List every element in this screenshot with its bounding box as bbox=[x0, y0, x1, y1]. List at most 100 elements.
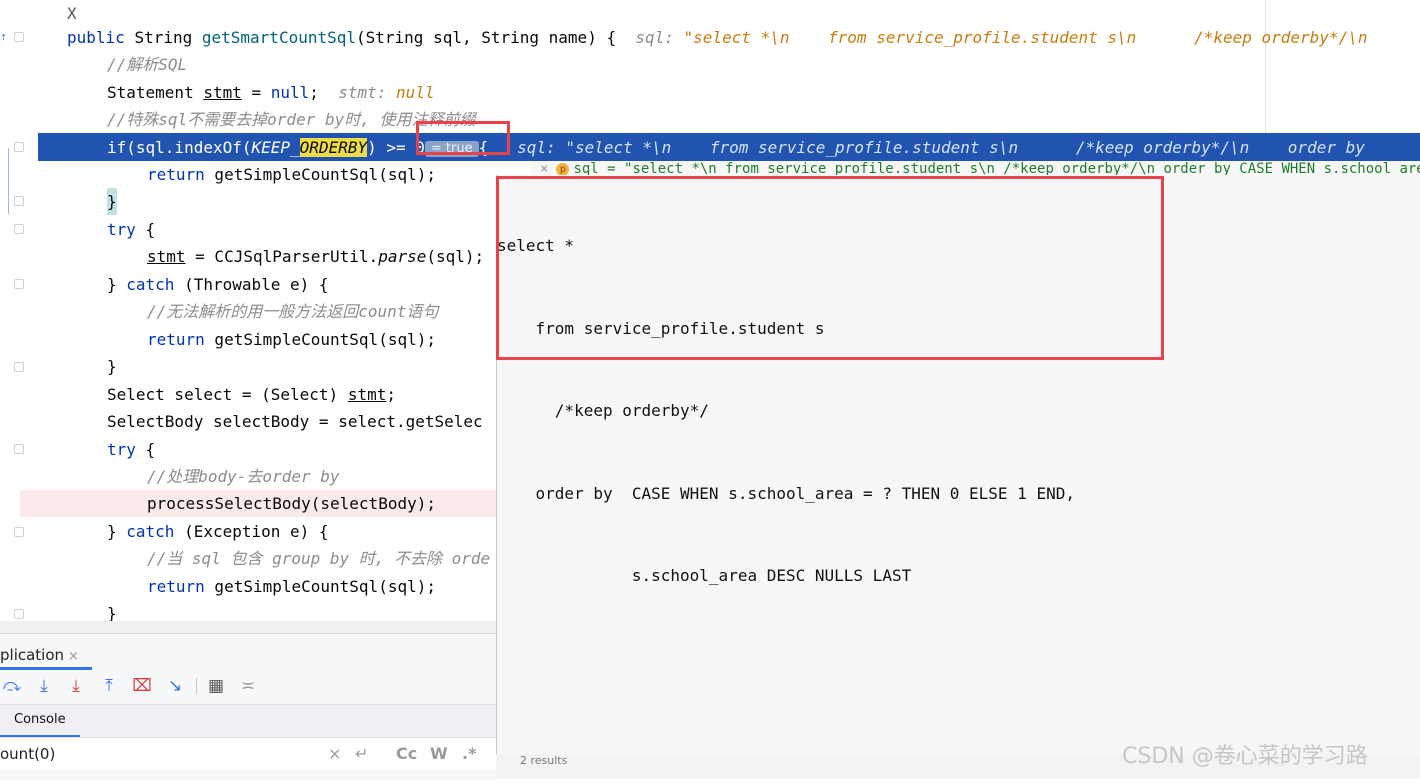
match-case-icon[interactable]: Cc bbox=[396, 744, 417, 763]
keyword: public bbox=[67, 28, 125, 47]
current-line-highlight: if(sql.indexOf(KEEP_ORDERBY) >= 0 = true{… bbox=[38, 133, 1420, 161]
horizontal-scrollbar[interactable] bbox=[0, 621, 496, 633]
debug-panel: plication × ⤼ ⤓ ⤓ ⤒ ⌧ ↘ ▦ ≍ Console ount(… bbox=[0, 633, 496, 780]
code: { bbox=[135, 440, 156, 459]
keyword: try bbox=[107, 440, 136, 459]
inline-value-hint: sql: "select *\n from service_profile.st… bbox=[517, 138, 1365, 157]
code: { bbox=[135, 220, 156, 239]
type-name: String bbox=[134, 28, 193, 47]
editor-gutter: ⇡ bbox=[0, 0, 38, 625]
method-name: parse bbox=[378, 247, 427, 266]
variable: stmt bbox=[147, 247, 186, 266]
keyword: catch bbox=[126, 522, 175, 541]
value-line: /*keep orderby*/ bbox=[497, 401, 709, 420]
code: (Throwable e) { bbox=[174, 275, 329, 294]
search-match: ORDERBY bbox=[299, 138, 368, 157]
code-line: try { bbox=[107, 216, 155, 243]
step-into-icon[interactable]: ⤓ bbox=[34, 676, 54, 696]
statement-decl-line: Statement stmt = null; stmt: null bbox=[107, 79, 435, 106]
comment-line: //处理body-去order by bbox=[147, 467, 340, 486]
parameter-icon: p bbox=[556, 162, 570, 176]
step-out-icon[interactable]: ⤒ bbox=[99, 676, 119, 696]
method-arrow-icon[interactable]: ⇡ bbox=[0, 30, 7, 43]
code-line: } catch (Exception e) { bbox=[107, 518, 329, 545]
punct: ; bbox=[309, 83, 319, 102]
method-signature-line: public String getSmartCountSql(String sq… bbox=[67, 24, 1367, 51]
annotation-box bbox=[496, 176, 1164, 360]
brace-line: } bbox=[107, 357, 117, 376]
fold-icon[interactable] bbox=[14, 444, 24, 454]
if-line: if(sql.indexOf(KEEP_ORDERBY) >= 0 = true{… bbox=[107, 134, 1365, 161]
brace-line: } bbox=[107, 188, 117, 215]
fold-icon[interactable] bbox=[14, 224, 24, 234]
inline-value: null bbox=[396, 83, 435, 102]
tab-label: plication bbox=[0, 646, 65, 664]
fold-icon[interactable] bbox=[14, 196, 24, 206]
tab-application[interactable]: plication × bbox=[0, 644, 79, 666]
fold-icon[interactable] bbox=[14, 609, 24, 619]
call: getSimpleCountSql(sql); bbox=[204, 330, 436, 349]
variable: stmt bbox=[347, 385, 387, 404]
keyword: null bbox=[270, 83, 310, 102]
search-input[interactable]: ount(0) bbox=[0, 745, 55, 763]
code-line: return getSimpleCountSql(sql); bbox=[147, 326, 436, 353]
fold-icon[interactable] bbox=[14, 32, 24, 42]
code-line: X bbox=[67, 4, 77, 23]
run-to-cursor-icon[interactable]: ↘ bbox=[165, 676, 185, 696]
punct: ; bbox=[386, 385, 396, 404]
value-line: order by CASE WHEN s.school_area = ? THE… bbox=[497, 483, 1075, 503]
clear-icon[interactable]: × bbox=[328, 744, 341, 763]
inline-value-label: stmt: bbox=[338, 83, 387, 102]
divider bbox=[196, 678, 197, 694]
comment-line: //当 sql 包含 group by 时, 不去除 orde bbox=[147, 549, 491, 568]
params: (String sql, String name) { bbox=[356, 28, 617, 47]
variable: stmt bbox=[203, 83, 242, 102]
console-label: Console bbox=[14, 712, 66, 727]
brace: } bbox=[107, 522, 127, 541]
code-line: } catch (Throwable e) { bbox=[107, 271, 329, 298]
keyword: return bbox=[147, 165, 205, 184]
debug-toolbar: ⤼ ⤓ ⤓ ⤒ ⌧ ↘ ▦ ≍ bbox=[0, 672, 496, 698]
drop-frame-icon[interactable]: ⌧ bbox=[132, 676, 152, 696]
words-icon[interactable]: W bbox=[430, 744, 448, 763]
call: getSimpleCountSql(sql); bbox=[204, 577, 436, 596]
method-name: getSmartCountSql bbox=[201, 28, 356, 47]
comment-line: //无法解析的用一般方法返回count语句 bbox=[147, 302, 439, 321]
keyword: return bbox=[147, 330, 205, 349]
fold-icon[interactable] bbox=[14, 279, 24, 289]
tab-console[interactable]: Console bbox=[0, 704, 496, 738]
fold-icon[interactable] bbox=[14, 527, 24, 537]
tab-underline bbox=[0, 735, 80, 737]
code: if(sql.indexOf( bbox=[107, 138, 252, 157]
results-count: 2 results bbox=[520, 754, 568, 767]
replace-icon[interactable]: ↵ bbox=[355, 744, 368, 763]
operator: = bbox=[241, 83, 271, 102]
fold-icon[interactable] bbox=[14, 142, 24, 152]
constant: KEEP_ bbox=[251, 138, 300, 157]
type-name: Statement bbox=[107, 83, 204, 102]
force-step-into-icon[interactable]: ⤓ bbox=[66, 676, 86, 696]
inline-value-label: sql: bbox=[635, 28, 674, 47]
evaluate-icon[interactable]: ▦ bbox=[206, 676, 226, 696]
fold-icon[interactable] bbox=[14, 362, 24, 372]
step-over-icon[interactable]: ⤼ bbox=[2, 676, 22, 696]
code-line: stmt = CCJSqlParserUtil.parse(sql); bbox=[147, 243, 484, 270]
annotation-box bbox=[416, 121, 510, 155]
code-line: processSelectBody(selectBody); bbox=[147, 494, 436, 513]
code: Select select = (Select) bbox=[107, 385, 348, 404]
search-bar[interactable]: ount(0) × ↵ Cc W .* bbox=[0, 738, 496, 770]
regex-icon[interactable]: .* bbox=[462, 744, 476, 763]
code: = CCJSqlParserUtil. bbox=[185, 247, 379, 266]
close-icon[interactable]: × bbox=[68, 649, 79, 664]
right-margin-guide bbox=[1265, 0, 1266, 135]
trace-icon[interactable]: ≍ bbox=[238, 676, 258, 696]
code-line: return getSimpleCountSql(sql); bbox=[147, 161, 436, 188]
code-line: SelectBody selectBody = select.getSelec bbox=[107, 412, 483, 431]
comment-line: //解析SQL bbox=[107, 55, 188, 74]
code: (sql); bbox=[426, 247, 485, 266]
watermark: CSDN @卷心菜的学习路 bbox=[1122, 744, 1368, 769]
brace: } bbox=[107, 275, 127, 294]
inline-value: "select *\n from service_profile.student… bbox=[683, 28, 1368, 47]
call: getSimpleCountSql(sql); bbox=[204, 165, 436, 184]
value-line: s.school_area DESC NULLS LAST bbox=[497, 566, 912, 585]
